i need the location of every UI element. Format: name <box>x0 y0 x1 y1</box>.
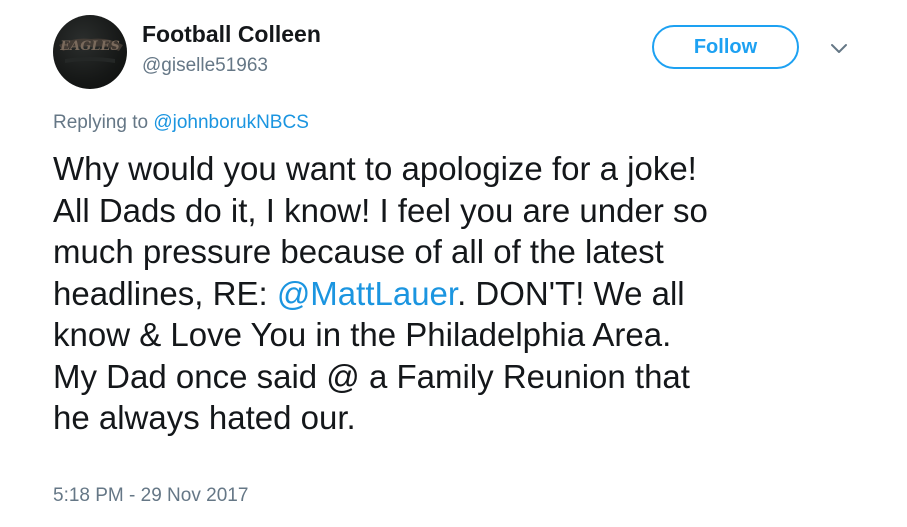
reply-mention-link[interactable]: @johnborukNBCS <box>153 112 309 133</box>
tweet-text: Why would you want to apologize for a jo… <box>53 148 883 439</box>
tweet-line: headlines, RE: @MattLauer. DON'T! We all <box>53 273 883 315</box>
author-handle[interactable]: @giselle51963 <box>142 55 268 77</box>
tweet-line: All Dads do it, I know! I feel you are u… <box>53 191 708 229</box>
chevron-down-icon[interactable] <box>827 36 851 60</box>
replying-to: Replying to @johnborukNBCS <box>53 112 309 134</box>
eagles-logo-icon: EAGLES <box>59 38 123 63</box>
replying-to-label: Replying to <box>53 112 154 133</box>
tweet-line: Why would you want to apologize for a jo… <box>53 150 697 187</box>
tweet-mention-link[interactable]: @MattLauer <box>277 275 457 312</box>
avatar[interactable]: EAGLES <box>53 15 127 89</box>
tweet-card: EAGLES Football Colleen @giselle51963 Fo… <box>0 0 907 527</box>
follow-button[interactable]: Follow <box>652 25 799 69</box>
author-name[interactable]: Football Colleen <box>142 21 321 48</box>
tweet-timestamp[interactable]: 5:18 PM - 29 Nov 2017 <box>53 485 248 507</box>
tweet-line: much pressure because of all of the late… <box>53 233 664 270</box>
tweet-line: he always hated our. <box>53 399 356 436</box>
tweet-line: know & Love You in the Philadelphia Area… <box>53 316 672 353</box>
tweet-line-text: headlines, RE: <box>53 274 277 312</box>
tweet-line-text: . DON'T! We all <box>457 274 685 312</box>
avatar-logo-text: EAGLES <box>59 39 120 54</box>
tweet-line: My Dad once said @ a Family Reunion that <box>53 357 690 395</box>
